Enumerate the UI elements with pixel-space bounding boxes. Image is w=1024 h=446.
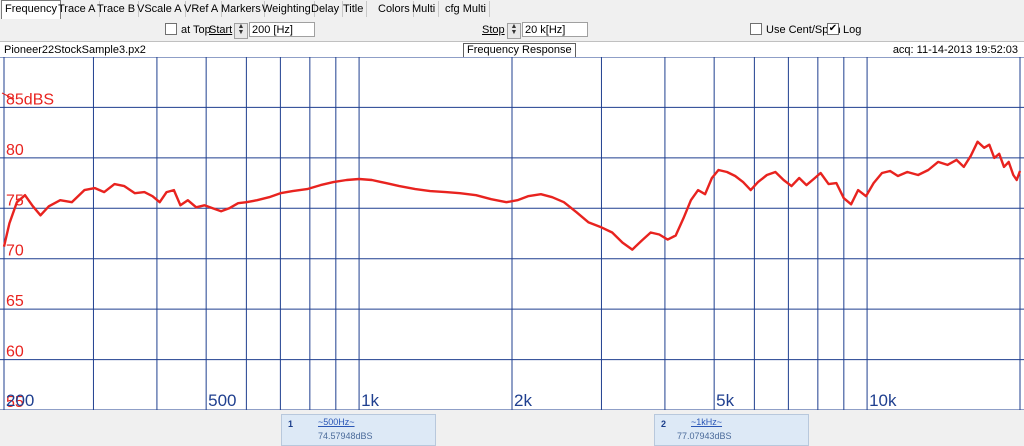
frequency-response-chart: 85dBS807570656055 200 500 1k 2k 5k 10k bbox=[0, 57, 1024, 410]
acquisition-timestamp: acq: 11-14-2013 19:52:03 bbox=[892, 44, 1018, 56]
stop-spinner[interactable]: ▲ ▼ bbox=[507, 23, 521, 39]
y-tick-label: 65 bbox=[6, 293, 24, 310]
y-tick-label: 70 bbox=[6, 243, 24, 260]
tab-multi[interactable]: Multi bbox=[409, 1, 440, 17]
tab-trace-b[interactable]: Trace B bbox=[94, 1, 140, 17]
use-cent-span-check-box[interactable] bbox=[750, 23, 762, 36]
marker-frequency[interactable]: ~1kHz~ bbox=[691, 417, 722, 427]
marker-frequency[interactable]: ~500Hz~ bbox=[318, 417, 355, 427]
at-top-check-box[interactable] bbox=[165, 23, 177, 36]
marker-number: 1 bbox=[288, 419, 294, 429]
tab-colors[interactable]: Colors bbox=[375, 1, 414, 17]
at-top-label: at Top bbox=[181, 24, 211, 36]
y-tick-label: 60 bbox=[6, 344, 24, 361]
tab-trace-a[interactable]: Trace A bbox=[55, 1, 100, 17]
x-tick-label: 5k bbox=[716, 391, 734, 410]
at-top-checkbox[interactable]: at Top bbox=[165, 19, 211, 41]
chart-header: Pioneer22StockSample3.px2 Frequency Resp… bbox=[0, 41, 1024, 58]
log-label: Log bbox=[843, 24, 862, 36]
marker-number: 2 bbox=[661, 419, 667, 429]
tab-delay[interactable]: Delay bbox=[308, 1, 344, 17]
x-tick-label: 10k bbox=[869, 391, 897, 410]
start-field[interactable]: 200 [Hz] bbox=[249, 22, 315, 37]
y-tick-label: 85dBS bbox=[6, 91, 54, 108]
marker-value: 74.57948dBS bbox=[318, 431, 373, 441]
x-tick-label: 2k bbox=[514, 391, 532, 410]
tab-weighting[interactable]: Weighting bbox=[259, 1, 315, 17]
frequency-controls: at Top Start ▲ ▼ 200 [Hz] Stop ▲ ▼ 20 k[Hz… bbox=[0, 19, 1024, 41]
x-tick-label: 200 bbox=[6, 391, 34, 410]
stop-label: Stop bbox=[482, 24, 505, 36]
tab-vscale-a[interactable]: VScale A bbox=[134, 1, 186, 17]
chart-title: Frequency Response bbox=[463, 43, 576, 58]
marker-readout-1[interactable]: 1 ~500Hz~ 74.57948dBS bbox=[281, 414, 436, 446]
x-tick-label: 500 bbox=[208, 391, 236, 410]
log-check-box[interactable]: ✔ bbox=[827, 23, 839, 36]
marker-value: 77.07943dBS bbox=[677, 431, 732, 441]
tab-markers[interactable]: Markers bbox=[218, 1, 265, 17]
stop-field[interactable]: 20 k[Hz] bbox=[522, 22, 588, 37]
start-label: Start bbox=[209, 24, 233, 36]
x-tick-label: 1k bbox=[361, 391, 379, 410]
tab-frequency[interactable]: Frequency bbox=[1, 0, 61, 19]
tab-vref-a[interactable]: VRef A bbox=[181, 1, 223, 17]
start-spinner[interactable]: ▲ ▼ bbox=[234, 23, 248, 39]
filename-label: Pioneer22StockSample3.px2 bbox=[4, 44, 146, 56]
tab-bar: Frequency Trace A Trace B VScale A VRef … bbox=[0, 0, 1024, 20]
tab-cfg-multi[interactable]: cfg Multi bbox=[442, 1, 490, 17]
log-checkbox[interactable]: ✔ Log bbox=[827, 19, 861, 41]
tab-title[interactable]: Title bbox=[340, 1, 368, 17]
y-tick-label: 80 bbox=[6, 142, 24, 159]
marker-readout-2[interactable]: 2 ~1kHz~ 77.07943dBS bbox=[654, 414, 809, 446]
